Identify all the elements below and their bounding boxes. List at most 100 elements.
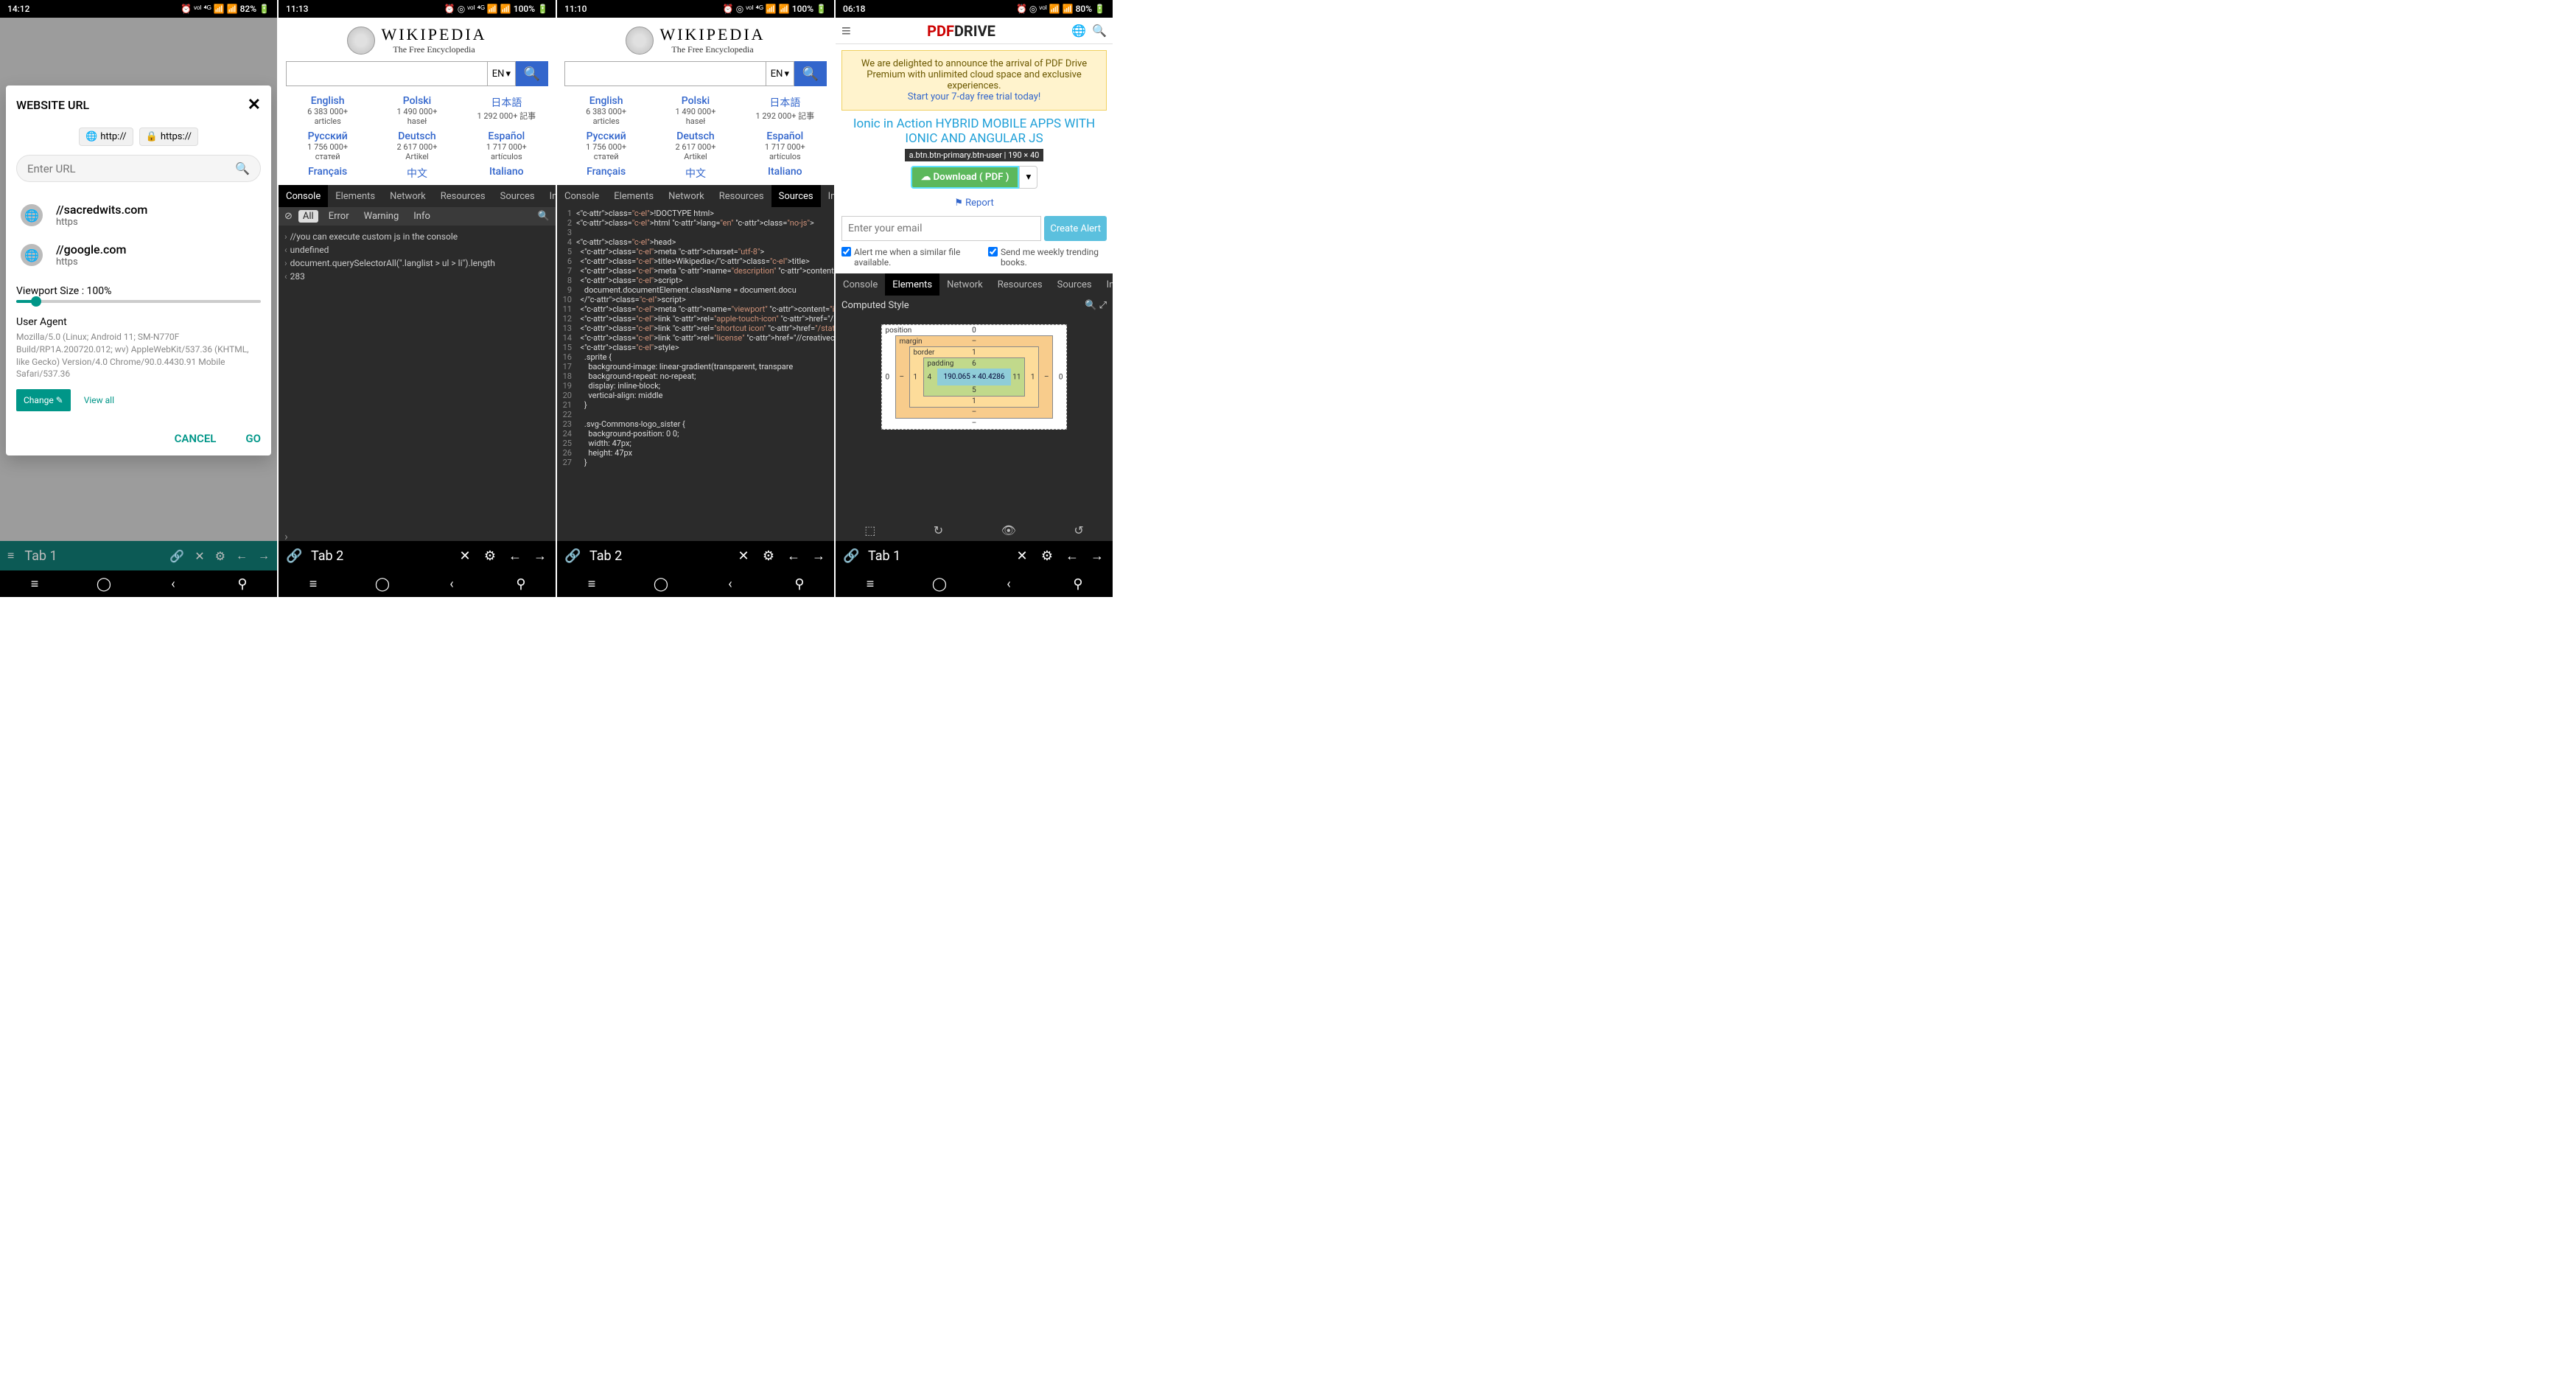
devtools-tab-elements[interactable]: Elements [885,273,939,296]
pick-icon[interactable]: ⬚ [864,523,875,537]
devtools-tab-console[interactable]: Console [557,185,606,207]
recent-icon[interactable]: ≡ [861,575,879,593]
recent-icon[interactable]: ≡ [583,575,601,593]
wiki-search-input[interactable] [286,61,488,86]
recent-icon[interactable]: ≡ [26,575,43,593]
devtools-tab-sources[interactable]: Sources [493,185,542,207]
create-alert-button[interactable]: Create Alert [1044,216,1107,241]
search-icon[interactable]: 🔍 [1085,300,1096,311]
recent-icon[interactable]: ≡ [304,575,322,593]
forward-icon[interactable]: → [1089,548,1105,564]
devtools-tab-elements[interactable]: Elements [328,185,382,207]
accessibility-icon[interactable]: ⚲ [512,575,530,593]
lang-link[interactable]: English6 383 000+articles [284,95,371,126]
devtools-tab-info[interactable]: Info [542,185,557,207]
link-icon[interactable]: 🔗 [843,548,859,564]
console-body[interactable]: ›//you can execute custom js in the cons… [279,226,556,528]
accessibility-icon[interactable]: ⚲ [234,575,251,593]
back-icon[interactable]: ← [1064,548,1080,564]
search-icon[interactable]: 🔍 [235,161,250,175]
url-input-wrap[interactable]: 🔍 [16,155,261,182]
menu-icon[interactable]: ≡ [841,21,851,41]
lang-link[interactable]: English6 383 000+articles [563,95,649,126]
back-icon[interactable]: ‹ [443,575,461,593]
link-icon[interactable]: 🔗 [564,548,581,564]
search-button[interactable]: 🔍 [516,61,548,86]
back-icon[interactable]: ‹ [721,575,739,593]
url-input[interactable] [27,162,235,175]
pdfdrive-logo[interactable]: PDFDRIVE [857,22,1065,40]
book-title[interactable]: Ionic in Action HYBRID MOBILE APPS WITH … [836,116,1113,146]
trial-link[interactable]: Start your 7-day free trial today! [908,91,1041,102]
source-body[interactable]: 1<"c-attr">class="c-el">!DOCTYPE html>2<… [557,207,834,541]
report-link[interactable]: ⚑ Report [836,198,1113,209]
forward-icon[interactable]: → [532,548,548,564]
lang-link[interactable]: Polski1 490 000+haseł [374,95,460,126]
devtools-tab-console[interactable]: Console [836,273,885,296]
devtools-tab-info[interactable]: Info [1099,273,1114,296]
devtools-tab-network[interactable]: Network [382,185,433,207]
refresh-icon[interactable]: ↻ [934,523,943,537]
back-icon[interactable]: ← [785,548,802,564]
lang-link[interactable]: 中文 [652,166,738,181]
back-icon[interactable]: ‹ [164,575,182,593]
collapse-icon[interactable]: ⤢ [1099,300,1107,311]
lang-link[interactable]: 中文 [374,166,460,181]
viewall-button[interactable]: View all [77,389,122,411]
lang-link[interactable]: Русский1 756 000+статей [563,130,649,161]
lang-link[interactable]: 日本語1 292 000+ 記事 [742,95,828,126]
devtools-tab-sources[interactable]: Sources [1050,273,1099,296]
devtools-tab-elements[interactable]: Elements [606,185,661,207]
lang-link[interactable]: Deutsch2 617 000+Artikel [374,130,460,161]
lang-link[interactable]: Español1 717 000+artículos [463,130,550,161]
filter-info[interactable]: Info [409,210,435,223]
scheme-http[interactable]: 🌐 http:// [79,128,133,146]
accessibility-icon[interactable]: ⚲ [791,575,808,593]
devtools-tab-network[interactable]: Network [661,185,712,207]
lang-link[interactable]: 日本語1 292 000+ 記事 [463,95,550,126]
home-icon[interactable]: ◯ [374,575,391,593]
filter-error[interactable]: Error [324,210,354,223]
home-icon[interactable]: ◯ [931,575,948,593]
devtools-tab-resources[interactable]: Resources [990,273,1050,296]
lang-select[interactable]: EN ▾ [766,61,794,86]
close-icon[interactable]: ✕ [195,549,204,563]
eye-icon[interactable]: 👁 [1001,523,1016,537]
close-icon[interactable]: ✕ [735,548,752,564]
back-icon[interactable]: ← [236,548,248,563]
close-icon[interactable]: ✕ [248,96,261,114]
gear-icon[interactable]: ⚙ [760,548,777,564]
gear-icon[interactable]: ⚙ [482,548,498,564]
filter-warning[interactable]: Warning [360,210,404,223]
history-item[interactable]: 🌐 //google.com https [16,235,261,275]
devtools-tab-sources[interactable]: Sources [771,185,821,207]
lang-link[interactable]: Italiano [742,166,828,181]
search-icon[interactable]: 🔍 [1092,24,1107,38]
lang-link[interactable]: Español1 717 000+artículos [742,130,828,161]
close-icon[interactable]: ✕ [457,548,473,564]
reset-icon[interactable]: ↺ [1074,523,1083,537]
forward-icon[interactable]: → [258,548,270,563]
wiki-search-input[interactable] [564,61,766,86]
globe-icon[interactable]: 🌐 [1071,24,1086,38]
lang-link[interactable]: Deutsch2 617 000+Artikel [652,130,738,161]
accessibility-icon[interactable]: ⚲ [1069,575,1087,593]
home-icon[interactable]: ◯ [95,575,113,593]
search-button[interactable]: 🔍 [794,61,827,86]
expander[interactable]: › [279,528,556,541]
block-icon[interactable]: ⊘ [284,211,293,222]
link-icon[interactable]: 🔗 [169,549,184,563]
history-item[interactable]: 🌐 //sacredwits.com https [16,195,261,235]
chk-similar[interactable]: Alert me when a similar file available. [841,247,976,268]
download-caret[interactable]: ▾ [1019,166,1037,189]
lang-link[interactable]: Français [284,166,371,181]
forward-icon[interactable]: → [811,548,827,564]
viewport-slider[interactable] [16,300,261,303]
devtools-tab-network[interactable]: Network [939,273,990,296]
home-icon[interactable]: ◯ [652,575,670,593]
gear-icon[interactable]: ⚙ [215,549,225,563]
lang-link[interactable]: Русский1 756 000+статей [284,130,371,161]
cancel-button[interactable]: CANCEL [175,432,217,445]
devtools-tab-console[interactable]: Console [279,185,328,207]
lang-select[interactable]: EN ▾ [488,61,516,86]
